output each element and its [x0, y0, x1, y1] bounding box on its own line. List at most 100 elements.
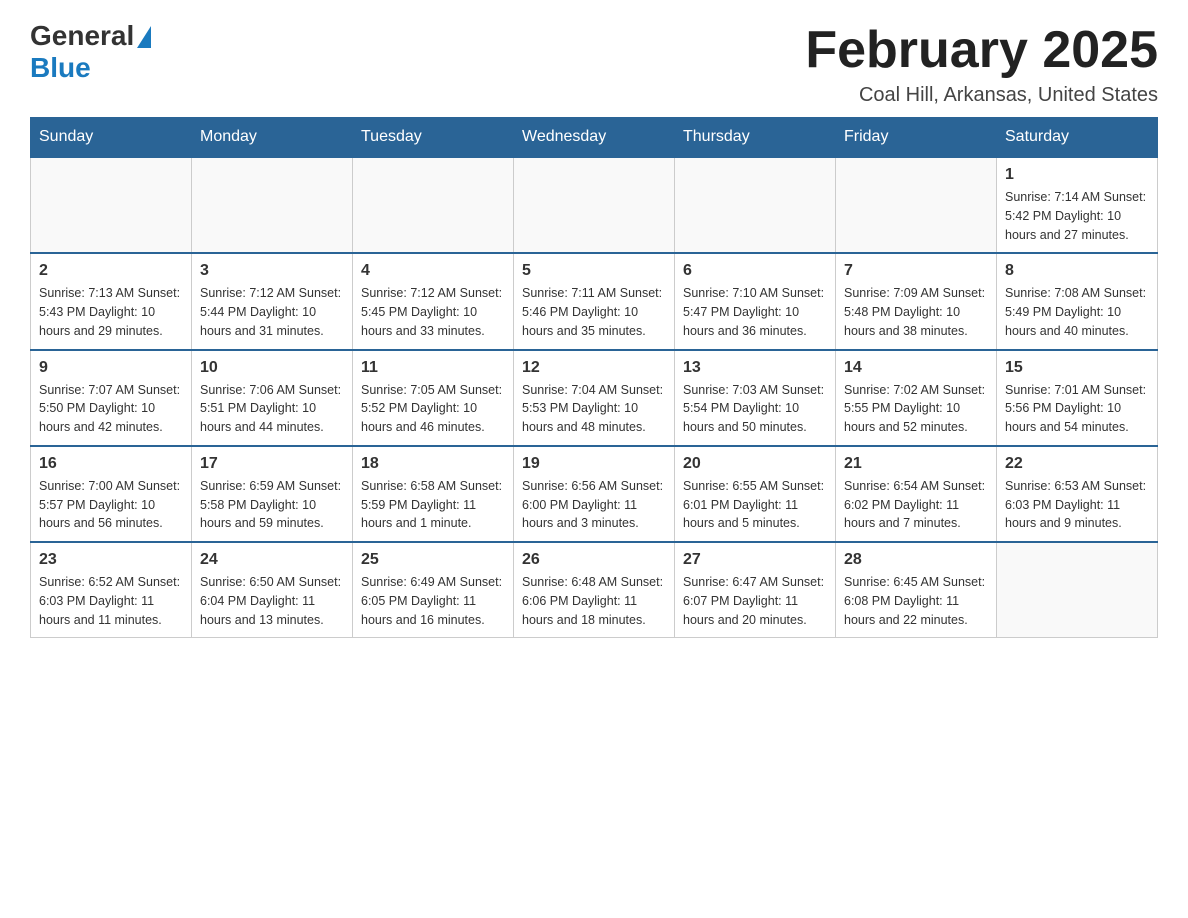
- calendar-day-cell: 9 Sunrise: 7:07 AM Sunset: 5:50 PM Daylig…: [31, 350, 192, 446]
- calendar-day-cell: 15 Sunrise: 7:01 AM Sunset: 5:56 PM Dayli…: [997, 350, 1158, 446]
- day-info: Sunrise: 6:47 AM Sunset: 6:07 PM Dayligh…: [683, 573, 827, 629]
- day-info: Sunrise: 6:53 AM Sunset: 6:03 PM Dayligh…: [1005, 477, 1149, 533]
- day-info: Sunrise: 7:11 AM Sunset: 5:46 PM Dayligh…: [522, 284, 666, 340]
- calendar-day-cell: 25 Sunrise: 6:49 AM Sunset: 6:05 PM Dayli…: [353, 542, 514, 638]
- day-number: 3: [200, 262, 344, 280]
- calendar-day-cell: 20 Sunrise: 6:55 AM Sunset: 6:01 PM Dayli…: [675, 446, 836, 542]
- calendar-day-cell: 3 Sunrise: 7:12 AM Sunset: 5:44 PM Daylig…: [192, 253, 353, 349]
- calendar-day-cell: 14 Sunrise: 7:02 AM Sunset: 5:55 PM Dayli…: [836, 350, 997, 446]
- calendar-day-cell: [836, 157, 997, 253]
- calendar-day-cell: 23 Sunrise: 6:52 AM Sunset: 6:03 PM Dayli…: [31, 542, 192, 638]
- page-title: February 2025: [805, 20, 1158, 80]
- calendar-day-header: Thursday: [675, 118, 836, 158]
- day-info: Sunrise: 6:56 AM Sunset: 6:00 PM Dayligh…: [522, 477, 666, 533]
- calendar-day-cell: 17 Sunrise: 6:59 AM Sunset: 5:58 PM Dayli…: [192, 446, 353, 542]
- day-info: Sunrise: 6:50 AM Sunset: 6:04 PM Dayligh…: [200, 573, 344, 629]
- day-number: 26: [522, 551, 666, 569]
- calendar-week-row: 16Sunrise: 7:00 AM Sunset: 5:57 PM Dayli…: [31, 446, 1158, 542]
- day-number: 14: [844, 359, 988, 377]
- day-info: Sunrise: 6:49 AM Sunset: 6:05 PM Dayligh…: [361, 573, 505, 629]
- day-info: Sunrise: 7:06 AM Sunset: 5:51 PM Dayligh…: [200, 381, 344, 437]
- day-number: 28: [844, 551, 988, 569]
- calendar-week-row: 23 Sunrise: 6:52 AM Sunset: 6:03 PM Dayli…: [31, 542, 1158, 638]
- calendar-day-cell: [192, 157, 353, 253]
- day-number: 25: [361, 551, 505, 569]
- calendar-day-cell: 13 Sunrise: 7:03 AM Sunset: 5:54 PM Dayli…: [675, 350, 836, 446]
- day-number: 8: [1005, 262, 1149, 280]
- logo-blue-text: Blue: [30, 52, 91, 84]
- day-number: 2: [39, 262, 183, 280]
- calendar-day-cell: 26 Sunrise: 6:48 AM Sunset: 6:06 PM Dayli…: [514, 542, 675, 638]
- day-number: 9: [39, 359, 183, 377]
- calendar-day-cell: 4 Sunrise: 7:12 AM Sunset: 5:45 PM Daylig…: [353, 253, 514, 349]
- calendar-day-cell: 10 Sunrise: 7:06 AM Sunset: 5:51 PM Dayli…: [192, 350, 353, 446]
- title-section: February 2025 Coal Hill, Arkansas, Unite…: [805, 20, 1158, 107]
- calendar-day-cell: [31, 157, 192, 253]
- calendar-day-header: Tuesday: [353, 118, 514, 158]
- day-number: 1: [1005, 166, 1149, 184]
- calendar-day-cell: 6 Sunrise: 7:10 AM Sunset: 5:47 PM Daylig…: [675, 253, 836, 349]
- calendar-day-cell: [997, 542, 1158, 638]
- calendar-day-cell: 2 Sunrise: 7:13 AM Sunset: 5:43 PM Daylig…: [31, 253, 192, 349]
- day-info: Sunrise: 7:02 AM Sunset: 5:55 PM Dayligh…: [844, 381, 988, 437]
- logo: General Blue: [30, 20, 151, 84]
- day-number: 17: [200, 455, 344, 473]
- day-info: Sunrise: 7:03 AM Sunset: 5:54 PM Dayligh…: [683, 381, 827, 437]
- day-number: 18: [361, 455, 505, 473]
- calendar-day-cell: 8 Sunrise: 7:08 AM Sunset: 5:49 PM Daylig…: [997, 253, 1158, 349]
- day-info: Sunrise: 6:59 AM Sunset: 5:58 PM Dayligh…: [200, 477, 344, 533]
- day-info: Sunrise: 6:54 AM Sunset: 6:02 PM Dayligh…: [844, 477, 988, 533]
- calendar-day-cell: 5 Sunrise: 7:11 AM Sunset: 5:46 PM Daylig…: [514, 253, 675, 349]
- day-number: 4: [361, 262, 505, 280]
- day-number: 10: [200, 359, 344, 377]
- day-info: Sunrise: 7:05 AM Sunset: 5:52 PM Dayligh…: [361, 381, 505, 437]
- day-number: 12: [522, 359, 666, 377]
- day-info: Sunrise: 6:58 AM Sunset: 5:59 PM Dayligh…: [361, 477, 505, 533]
- day-info: Sunrise: 6:55 AM Sunset: 6:01 PM Dayligh…: [683, 477, 827, 533]
- day-info: Sunrise: 7:10 AM Sunset: 5:47 PM Dayligh…: [683, 284, 827, 340]
- page-subtitle: Coal Hill, Arkansas, United States: [805, 84, 1158, 107]
- logo-general: General: [30, 20, 151, 52]
- day-number: 24: [200, 551, 344, 569]
- day-info: Sunrise: 7:08 AM Sunset: 5:49 PM Dayligh…: [1005, 284, 1149, 340]
- day-number: 20: [683, 455, 827, 473]
- calendar-day-header: Saturday: [997, 118, 1158, 158]
- day-number: 19: [522, 455, 666, 473]
- calendar-header-row: SundayMondayTuesdayWednesdayThursdayFrid…: [31, 118, 1158, 158]
- calendar-day-cell: [675, 157, 836, 253]
- day-number: 5: [522, 262, 666, 280]
- day-number: 21: [844, 455, 988, 473]
- calendar-day-cell: 7Sunrise: 7:09 AM Sunset: 5:48 PM Daylig…: [836, 253, 997, 349]
- day-info: Sunrise: 7:12 AM Sunset: 5:44 PM Dayligh…: [200, 284, 344, 340]
- day-number: 22: [1005, 455, 1149, 473]
- calendar-day-cell: 24 Sunrise: 6:50 AM Sunset: 6:04 PM Dayli…: [192, 542, 353, 638]
- calendar-day-cell: 1 Sunrise: 7:14 AM Sunset: 5:42 PM Daylig…: [997, 157, 1158, 253]
- day-info: Sunrise: 7:00 AM Sunset: 5:57 PM Dayligh…: [39, 477, 183, 533]
- day-number: 11: [361, 359, 505, 377]
- day-number: 23: [39, 551, 183, 569]
- calendar-day-cell: 18 Sunrise: 6:58 AM Sunset: 5:59 PM Dayli…: [353, 446, 514, 542]
- calendar-week-row: 1 Sunrise: 7:14 AM Sunset: 5:42 PM Daylig…: [31, 157, 1158, 253]
- day-number: 27: [683, 551, 827, 569]
- day-info: Sunrise: 6:45 AM Sunset: 6:08 PM Dayligh…: [844, 573, 988, 629]
- day-info: Sunrise: 7:01 AM Sunset: 5:56 PM Dayligh…: [1005, 381, 1149, 437]
- day-info: Sunrise: 6:52 AM Sunset: 6:03 PM Dayligh…: [39, 573, 183, 629]
- day-number: 15: [1005, 359, 1149, 377]
- day-info: Sunrise: 7:07 AM Sunset: 5:50 PM Dayligh…: [39, 381, 183, 437]
- logo-triangle-icon: [137, 26, 151, 48]
- day-number: 6: [683, 262, 827, 280]
- calendar-day-header: Wednesday: [514, 118, 675, 158]
- page-header: General Blue February 2025 Coal Hill, Ar…: [30, 20, 1158, 107]
- day-info: Sunrise: 6:48 AM Sunset: 6:06 PM Dayligh…: [522, 573, 666, 629]
- calendar-table: SundayMondayTuesdayWednesdayThursdayFrid…: [30, 117, 1158, 638]
- calendar-day-cell: 12 Sunrise: 7:04 AM Sunset: 5:53 PM Dayli…: [514, 350, 675, 446]
- calendar-day-cell: 16Sunrise: 7:00 AM Sunset: 5:57 PM Dayli…: [31, 446, 192, 542]
- day-number: 13: [683, 359, 827, 377]
- calendar-week-row: 9 Sunrise: 7:07 AM Sunset: 5:50 PM Daylig…: [31, 350, 1158, 446]
- calendar-day-cell: 27 Sunrise: 6:47 AM Sunset: 6:07 PM Dayli…: [675, 542, 836, 638]
- day-info: Sunrise: 7:04 AM Sunset: 5:53 PM Dayligh…: [522, 381, 666, 437]
- calendar-day-cell: [353, 157, 514, 253]
- day-info: Sunrise: 7:14 AM Sunset: 5:42 PM Dayligh…: [1005, 188, 1149, 244]
- day-info: Sunrise: 7:13 AM Sunset: 5:43 PM Dayligh…: [39, 284, 183, 340]
- day-info: Sunrise: 7:12 AM Sunset: 5:45 PM Dayligh…: [361, 284, 505, 340]
